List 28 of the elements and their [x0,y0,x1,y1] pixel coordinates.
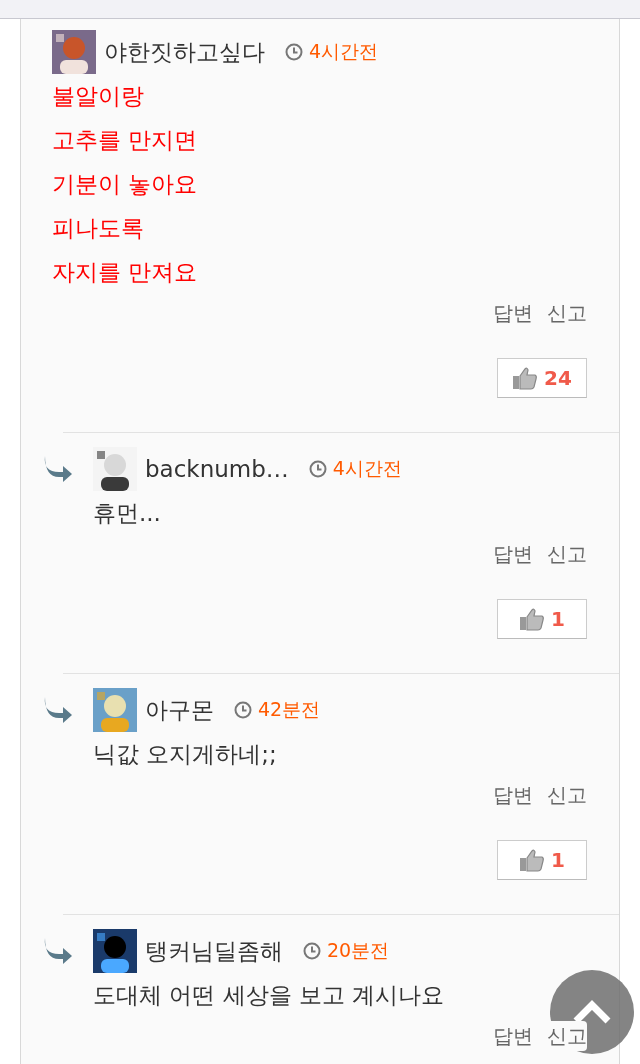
author-name[interactable]: backnumb… [145,456,289,482]
comment-text: 휴먼... [93,499,162,528]
clock-icon [285,43,303,61]
like-button[interactable]: 24 [497,358,587,398]
author-name[interactable]: 아구몬 [145,694,214,726]
like-button[interactable]: 1 [497,599,587,639]
thumbs-up-icon [512,366,539,390]
chevron-up-icon [572,999,612,1025]
action-link[interactable]: 신고 [547,1021,587,1051]
thumbs-up-icon [519,607,546,631]
post-time: 20분전 [327,938,390,963]
comment-text: 고추를 만지면 [52,126,199,155]
thumbs-up-icon [519,848,546,872]
comment-text: 도대체 어떤 세상을 보고 계시나요 [93,981,446,1010]
clock-icon [308,460,327,478]
comment-text: 자지를 만져요 [52,258,199,287]
like-button[interactable]: 1 [497,840,587,880]
comment-text: 닉값 오지게하네;; [93,740,278,769]
author-name[interactable]: 야한짓하고싶다 [104,36,265,68]
author-name[interactable]: 탱커님딜좀해 [145,935,283,967]
post-time: 4시간전 [309,39,379,64]
comment-text: 기분이 놓아요 [52,170,199,199]
comment-text: 불알이랑 [52,82,145,111]
post-time: 4시간전 [332,456,402,481]
clock-icon [303,942,321,960]
post-time: 42분전 [258,697,321,722]
comment-text: 피나도록 [52,214,145,243]
clock-icon [234,701,252,719]
